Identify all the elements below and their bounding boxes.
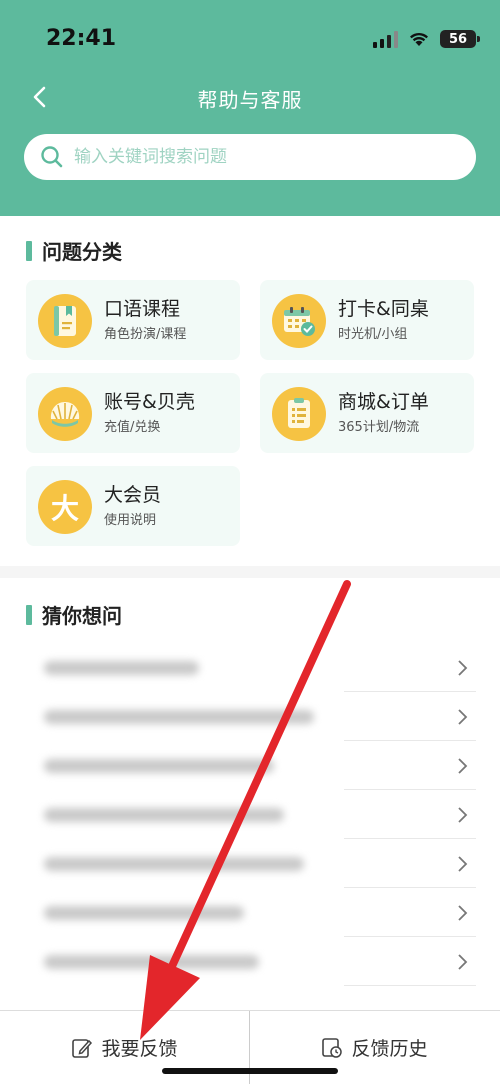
blurred-question-text (44, 661, 199, 675)
category-card-mall[interactable]: 商城&订单 365计划/物流 (260, 373, 474, 453)
category-name: 口语课程 (104, 298, 181, 320)
header: 22:41 56 帮助与客服 (0, 0, 500, 216)
chevron-right-icon (458, 660, 468, 676)
category-card-speaking[interactable]: 口语课程 角色扮演/课程 (26, 280, 240, 360)
feedback-label: 我要反馈 (101, 1038, 178, 1060)
history-icon (322, 1037, 343, 1058)
status-icons: 56 (373, 28, 480, 50)
vip-da-icon: 大 (38, 480, 92, 534)
category-sub: 365计划/物流 (338, 420, 420, 435)
chevron-right-icon (458, 905, 468, 921)
category-name: 打卡&同桌 (338, 298, 429, 320)
order-list-icon (272, 387, 326, 441)
chevron-right-icon (458, 709, 468, 725)
chevron-right-icon (458, 856, 468, 872)
category-name: 大会员 (104, 484, 162, 506)
blurred-question-text (44, 759, 274, 773)
signal-icon (373, 30, 398, 48)
blurred-question-text (44, 710, 314, 724)
search-icon (41, 146, 63, 168)
section-accent-bar (26, 240, 32, 261)
blurred-question-text (44, 906, 244, 920)
question-row[interactable] (24, 741, 476, 790)
shell-icon (38, 387, 92, 441)
category-sub: 充值/兑换 (104, 420, 161, 435)
page-title: 帮助与客服 (197, 88, 303, 112)
question-row[interactable] (24, 937, 476, 986)
section-title-text: 猜你想问 (42, 604, 122, 628)
blurred-question-text (44, 808, 284, 822)
search-input[interactable] (72, 146, 456, 168)
blurred-question-text (44, 955, 259, 969)
category-name: 账号&贝壳 (104, 391, 195, 413)
row-divider (344, 985, 476, 986)
chevron-right-icon (458, 807, 468, 823)
home-indicator (162, 1068, 338, 1074)
question-row[interactable] (24, 790, 476, 839)
section-accent-bar (26, 604, 32, 625)
vip-glyph: 大 (50, 492, 79, 525)
category-sub: 时光机/小组 (338, 327, 408, 342)
question-row[interactable] (24, 839, 476, 888)
category-card-checkin[interactable]: 打卡&同桌 时光机/小组 (260, 280, 474, 360)
chevron-right-icon (458, 758, 468, 774)
chevron-right-icon (458, 954, 468, 970)
search-bar[interactable] (24, 134, 476, 180)
section-title-categories: 问题分类 (26, 236, 122, 265)
status-time: 22:41 (46, 26, 117, 51)
category-sub: 角色扮演/课程 (104, 327, 187, 342)
edit-icon (72, 1038, 93, 1058)
wifi-icon (410, 32, 428, 46)
battery-icon: 56 (440, 30, 480, 48)
category-sub: 使用说明 (104, 513, 157, 528)
question-row[interactable] (24, 888, 476, 937)
section-divider (0, 566, 500, 578)
question-row[interactable] (24, 692, 476, 741)
category-card-account[interactable]: 账号&贝壳 充值/兑换 (26, 373, 240, 453)
history-label: 反馈历史 (351, 1038, 428, 1060)
book-icon (38, 294, 92, 348)
section-title-guess: 猜你想问 (26, 600, 122, 629)
blurred-question-text (44, 857, 304, 871)
section-title-text: 问题分类 (42, 240, 122, 264)
category-name: 商城&订单 (338, 391, 429, 413)
category-card-vip[interactable]: 大 大会员 使用说明 (26, 466, 240, 546)
calendar-check-icon (272, 294, 326, 348)
question-row[interactable] (24, 643, 476, 692)
